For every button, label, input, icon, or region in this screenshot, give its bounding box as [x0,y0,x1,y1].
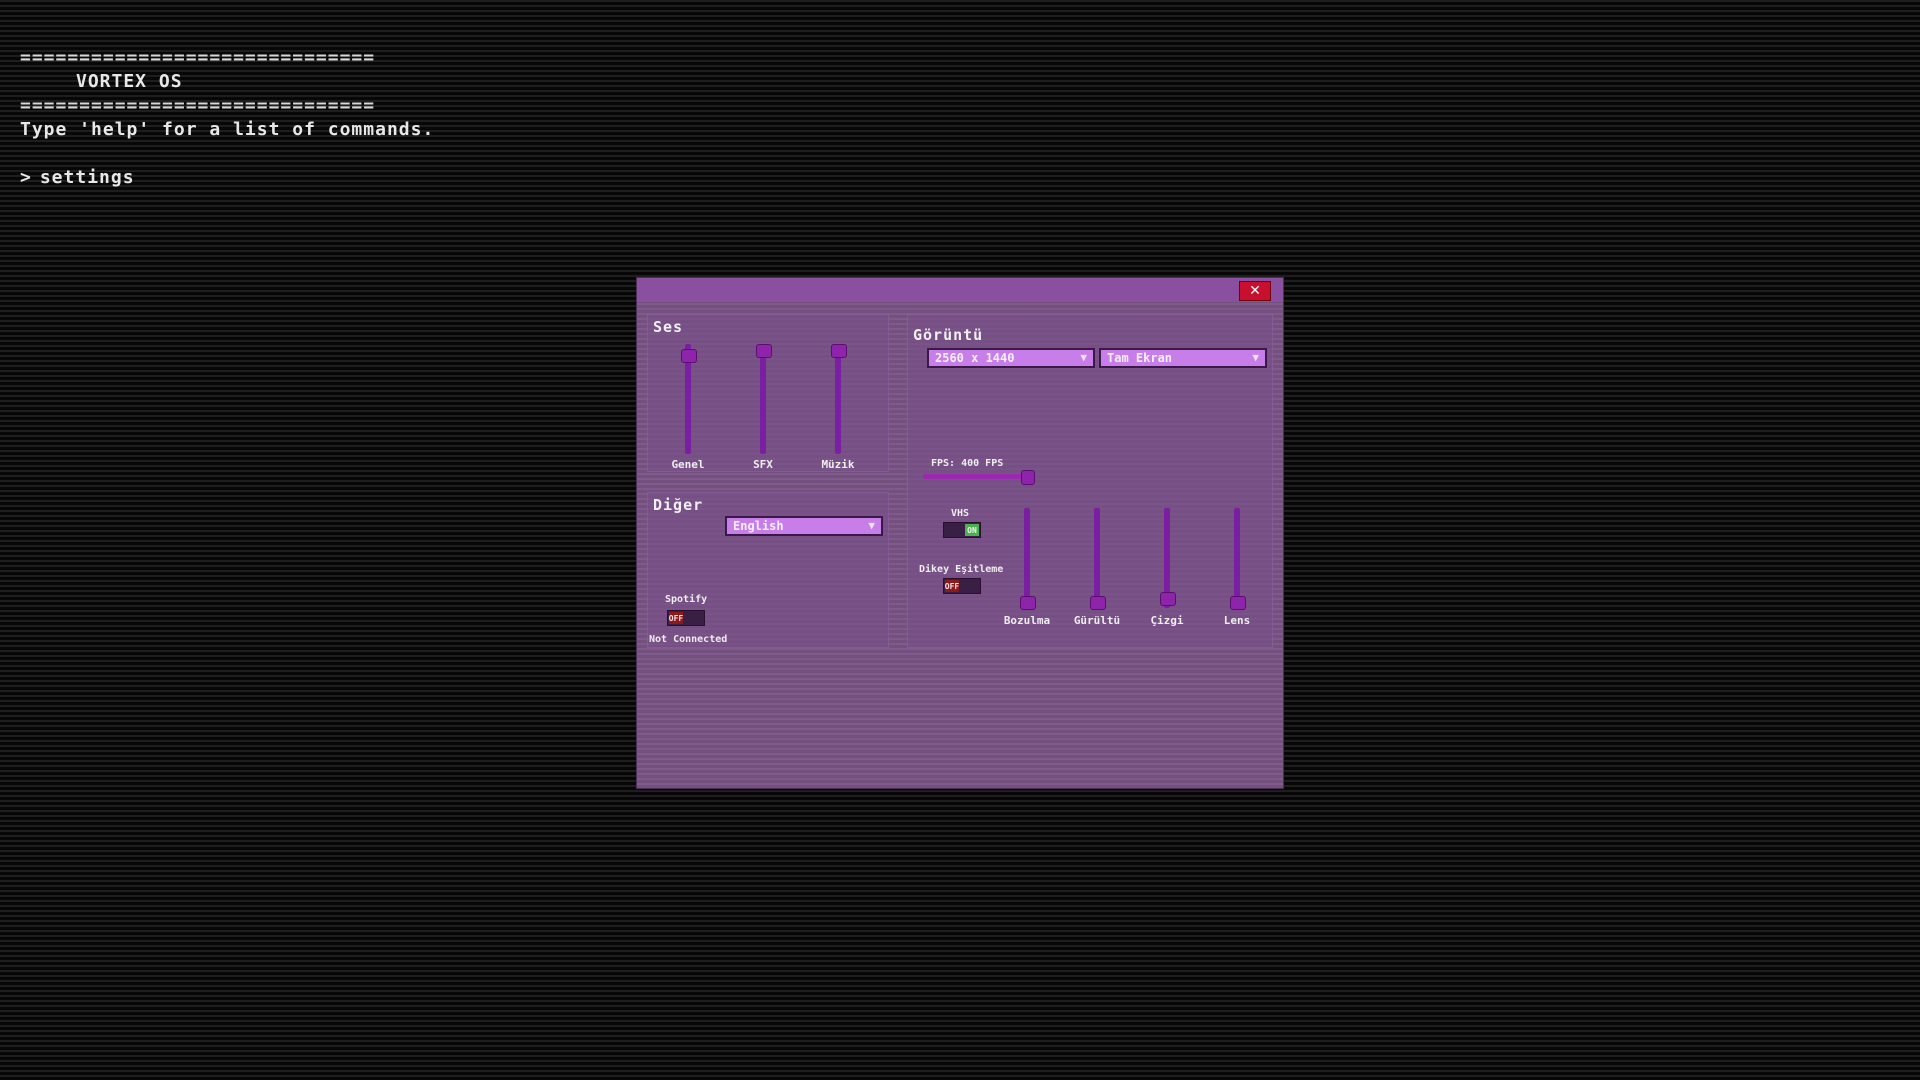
volume-slider-general[interactable] [681,344,697,454]
other-panel-title: Diğer [653,496,704,514]
audio-panel: Ses Genel SFX Müzik [647,314,889,472]
chevron-down-icon: ▼ [1080,351,1087,364]
terminal-separator: ============================== [20,47,376,68]
effect-slider-scanline[interactable] [1160,508,1176,608]
vsync-toggle[interactable]: OFF [943,578,981,594]
slider-handle[interactable] [1021,470,1035,485]
settings-window: ✕ Ses Genel SFX Müzik Diğer English ▼ Sp… [637,278,1283,788]
window-mode-dropdown[interactable]: Tam Ekran ▼ [1099,348,1267,368]
slider-label-general: Genel [671,458,705,471]
effect-label-lens: Lens [1223,614,1251,627]
chevron-down-icon: ▼ [868,519,875,532]
os-title: VORTEX OS [76,71,183,92]
slider-handle[interactable] [1090,596,1106,610]
slider-label-music: Müzik [821,458,855,471]
effect-slider-lens[interactable] [1230,508,1246,610]
vhs-toggle[interactable]: ON [943,522,981,538]
volume-slider-music[interactable] [831,344,847,454]
fps-label: FPS: 400 FPS [931,458,1004,469]
slider-handle[interactable] [1020,596,1036,610]
spotify-label: Spotify [665,594,708,605]
command-prompt[interactable]: > settings [20,166,434,190]
toggle-knob: ON [965,524,979,536]
slider-handle[interactable] [831,344,847,358]
display-panel-title: Görüntü [913,326,984,344]
slider-handle[interactable] [681,348,697,363]
chevron-down-icon: ▼ [1252,351,1259,364]
close-icon: ✕ [1249,283,1261,299]
vsync-label: Dikey Eşitleme [919,564,1004,575]
effect-label-distortion: Bozulma [1003,614,1051,627]
effect-label-scanline: Çizgi [1150,614,1184,627]
spotify-toggle[interactable]: OFF [667,610,705,626]
window-mode-value: Tam Ekran [1107,351,1173,365]
prompt-chevron-icon: > [20,167,32,188]
fps-slider[interactable] [923,470,1035,485]
help-hint: Type 'help' for a list of commands. [20,119,435,140]
language-value: English [733,519,784,533]
window-titlebar[interactable]: ✕ [637,278,1283,302]
slider-handle[interactable] [1160,591,1176,606]
audio-panel-title: Ses [653,318,684,336]
display-panel: Görüntü 2560 x 1440 ▼ Tam Ekran ▼ FPS: 4… [907,314,1273,648]
effect-label-noise: Gürültü [1073,614,1121,627]
close-button[interactable]: ✕ [1239,281,1271,301]
command-text: settings [39,167,135,188]
slider-handle[interactable] [1230,596,1246,610]
spotify-status: Not Connected [649,634,728,645]
toggle-knob: OFF [668,612,684,624]
other-panel: Diğer English ▼ Spotify OFF Not Connecte… [647,492,889,648]
effect-slider-noise[interactable] [1090,508,1106,610]
effect-slider-distortion[interactable] [1020,508,1036,610]
terminal: ============================== VORTEX OS… [20,46,434,190]
resolution-value: 2560 x 1440 [935,351,1015,365]
resolution-dropdown[interactable]: 2560 x 1440 ▼ [927,348,1095,368]
terminal-separator: ============================== [20,95,376,116]
toggle-knob: OFF [944,580,960,592]
slider-handle[interactable] [756,344,772,358]
volume-slider-sfx[interactable] [756,344,772,454]
slider-label-sfx: SFX [753,458,773,471]
vhs-label: VHS [951,508,970,519]
language-dropdown[interactable]: English ▼ [725,516,883,536]
